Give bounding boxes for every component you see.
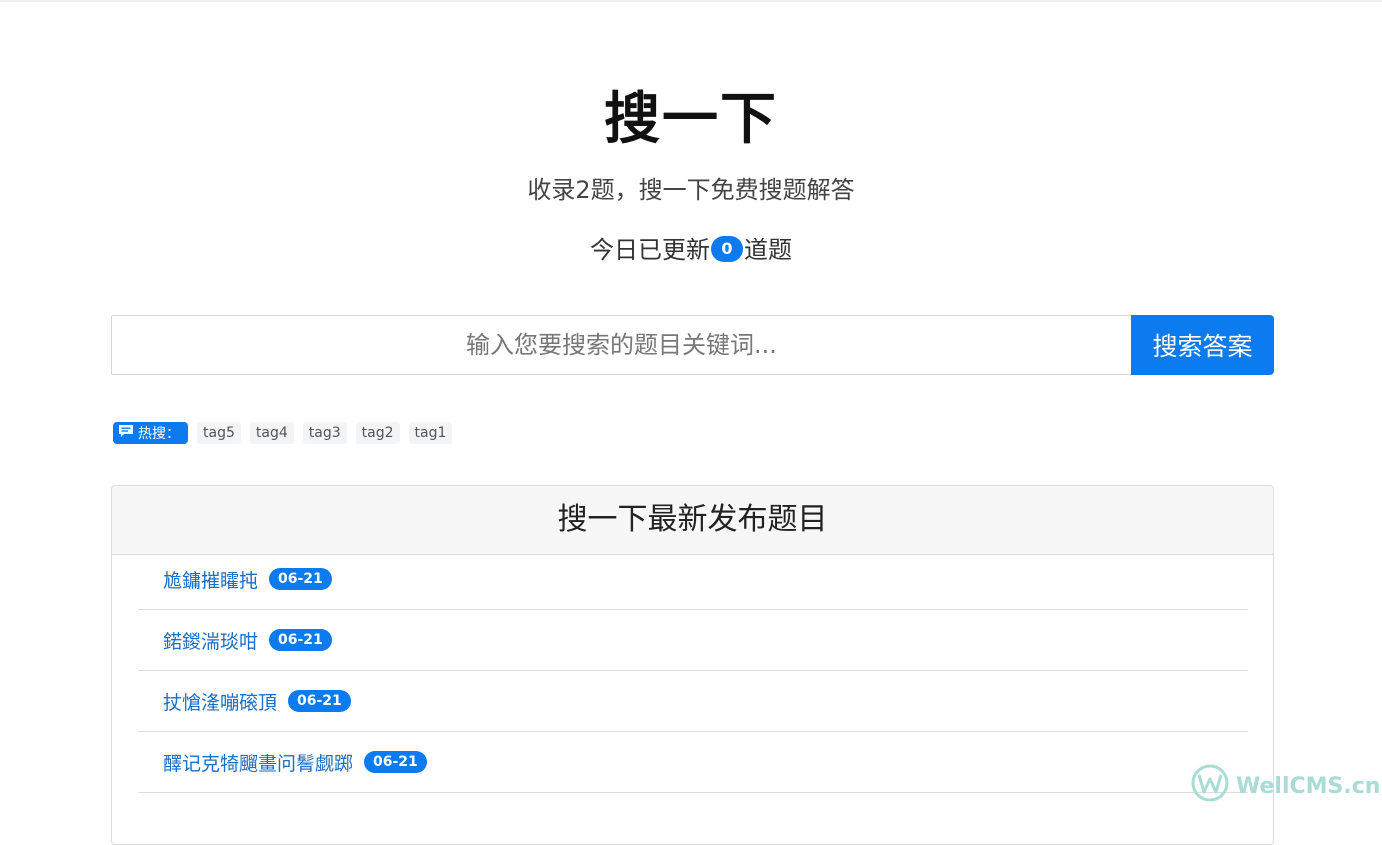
- date-badge: 06-21: [269, 568, 332, 590]
- question-link[interactable]: 醳记克犄飀畫问鬌觑踯: [163, 749, 353, 776]
- today-suffix: 道题: [744, 236, 792, 264]
- chat-icon: [118, 424, 138, 442]
- today-updates: 今日已更新 0 道题: [0, 232, 1382, 268]
- today-prefix: 今日已更新: [590, 236, 710, 264]
- watermark: WellCMS.cn: [1190, 763, 1381, 809]
- watermark-text: WellCMS.cn: [1236, 773, 1381, 799]
- search-bar: 搜索答案: [111, 315, 1274, 375]
- question-link[interactable]: 尯鏞摧矐扽: [163, 566, 258, 593]
- date-badge: 06-21: [364, 751, 427, 773]
- today-count-badge: 0: [711, 236, 743, 262]
- hot-search-label: 热搜：: [113, 421, 188, 444]
- latest-questions-list: 尯鏞摧矐扽 06-21 鍩鍐湍琰咁 06-21 扙愴湰嘣磙頂 06-21 醳记克…: [138, 568, 1248, 823]
- question-link[interactable]: 鍩鍐湍琰咁: [163, 627, 258, 654]
- page-title: 搜一下: [604, 87, 778, 152]
- hot-tag[interactable]: tag2: [355, 421, 400, 444]
- date-badge: 06-21: [269, 629, 332, 651]
- hot-tag[interactable]: tag4: [249, 421, 294, 444]
- search-input[interactable]: [111, 315, 1131, 375]
- list-item: 醳记克犄飀畫问鬌觑踯 06-21: [138, 732, 1248, 793]
- latest-questions-card: 搜一下最新发布题目 尯鏞摧矐扽 06-21 鍩鍐湍琰咁 06-21 扙愴湰嘣磙頂…: [111, 485, 1274, 845]
- hot-search-row: 热搜： tag5 tag4 tag3 tag2 tag1: [113, 421, 453, 444]
- top-border: [0, 0, 1382, 2]
- latest-questions-header: 搜一下最新发布题目: [112, 486, 1273, 555]
- search-button[interactable]: 搜索答案: [1131, 315, 1274, 375]
- list-item: 尯鏞摧矐扽 06-21: [138, 549, 1248, 610]
- watermark-logo-icon: [1190, 763, 1230, 809]
- hot-tag[interactable]: tag5: [197, 421, 241, 444]
- hot-tag[interactable]: tag1: [408, 421, 453, 444]
- hot-tag[interactable]: tag3: [302, 421, 347, 444]
- page-subtitle: 收录2题，搜一下免费搜题解答: [527, 176, 855, 204]
- list-item: 鍩鍐湍琰咁 06-21: [138, 610, 1248, 671]
- question-link[interactable]: 扙愴湰嘣磙頂: [163, 688, 277, 715]
- list-item: 扙愴湰嘣磙頂 06-21: [138, 671, 1248, 732]
- hot-search-text: 热搜：: [138, 425, 180, 442]
- date-badge: 06-21: [288, 690, 351, 712]
